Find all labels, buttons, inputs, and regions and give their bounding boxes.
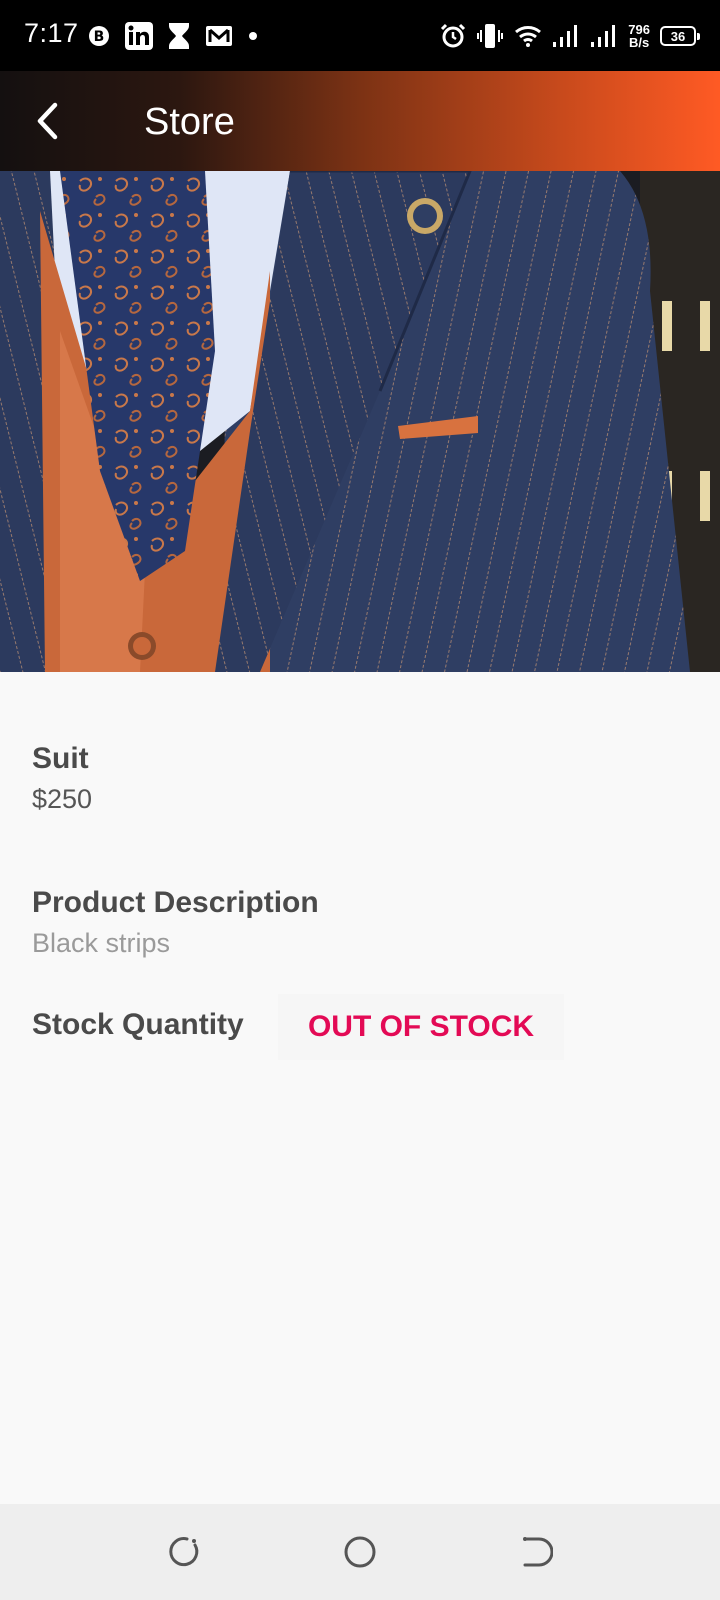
- home-icon: [344, 1536, 376, 1568]
- vibrate-icon: [477, 24, 504, 48]
- description-value: Black strips: [32, 928, 171, 958]
- product-image[interactable]: [0, 171, 720, 672]
- product-name: Suit: [32, 742, 89, 775]
- page-title: Store: [144, 101, 235, 143]
- alarm-icon: [441, 23, 466, 48]
- recents-icon: [169, 1537, 199, 1567]
- gmail-icon: [206, 26, 232, 46]
- wifi-icon: [515, 26, 542, 47]
- status-bar: 7:17 B 796 B/s 36: [0, 0, 720, 71]
- hourglass-icon: [169, 23, 189, 49]
- suit-illustration: [0, 171, 720, 672]
- network-speed: 796 B/s: [628, 23, 650, 49]
- back-button[interactable]: [18, 91, 78, 151]
- network-speed-unit: B/s: [629, 35, 650, 50]
- linkedin-icon: [125, 22, 153, 50]
- app-bar: Store: [0, 71, 720, 171]
- product-price: $250: [32, 784, 93, 814]
- back-nav-icon: [523, 1537, 553, 1567]
- home-button[interactable]: [340, 1532, 380, 1572]
- battery-icon: 36: [660, 26, 700, 46]
- svg-text:B: B: [94, 29, 105, 45]
- system-nav-bar: [0, 1504, 720, 1600]
- stock-status-badge: OUT OF STOCK: [278, 994, 564, 1060]
- stock-quantity-label: Stock Quantity: [32, 1008, 244, 1041]
- signal-icon-1: [553, 25, 578, 47]
- status-time: 7:17: [24, 18, 79, 48]
- recents-button[interactable]: [164, 1532, 204, 1572]
- dot-icon: [249, 32, 257, 40]
- notification-icons: B: [87, 22, 259, 50]
- signal-icon-2: [591, 25, 616, 47]
- back-nav-button[interactable]: [516, 1532, 556, 1572]
- battery-level: 36: [670, 28, 686, 44]
- description-label: Product Description: [32, 886, 319, 919]
- chevron-left-icon: [37, 102, 58, 140]
- system-status-icons: 796 B/s 36: [440, 20, 700, 52]
- b-app-icon: B: [89, 26, 109, 46]
